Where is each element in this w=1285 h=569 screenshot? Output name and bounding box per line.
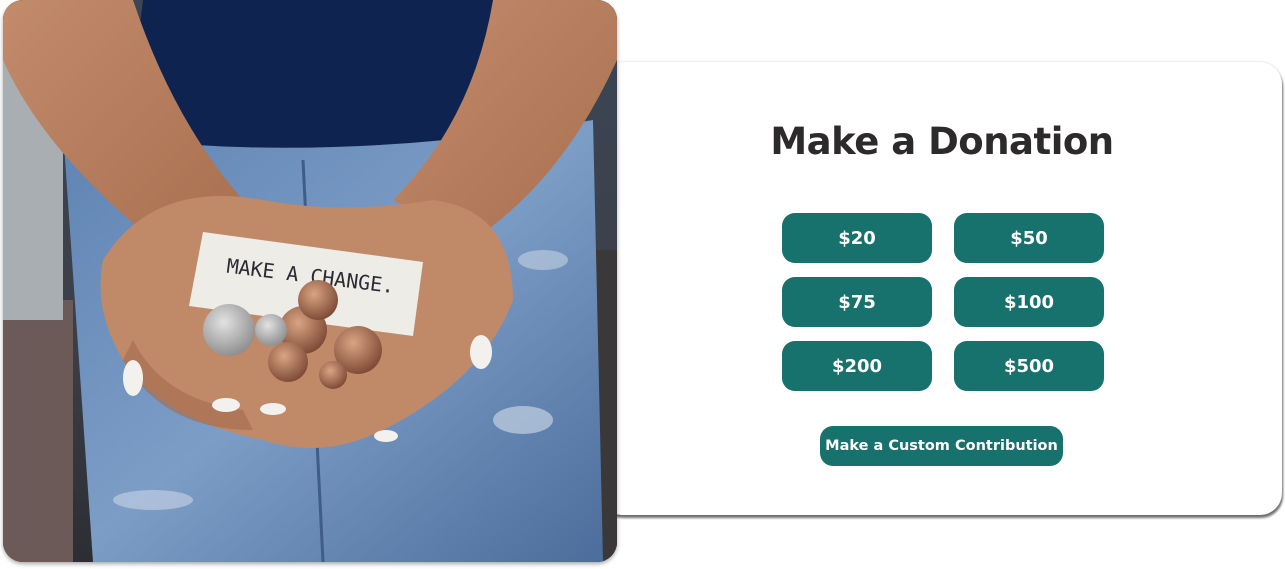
- amount-button-50[interactable]: $50: [954, 213, 1104, 263]
- custom-contribution-button[interactable]: Make a Custom Contribution: [820, 426, 1063, 466]
- donation-title: Make a Donation: [770, 120, 1114, 163]
- amount-button-75[interactable]: $75: [782, 277, 932, 327]
- amount-button-500[interactable]: $500: [954, 341, 1104, 391]
- amount-button-200[interactable]: $200: [782, 341, 932, 391]
- amount-button-100[interactable]: $100: [954, 277, 1104, 327]
- amount-button-20[interactable]: $20: [782, 213, 932, 263]
- hero-photo: MAKE A CHANGE.: [3, 0, 617, 562]
